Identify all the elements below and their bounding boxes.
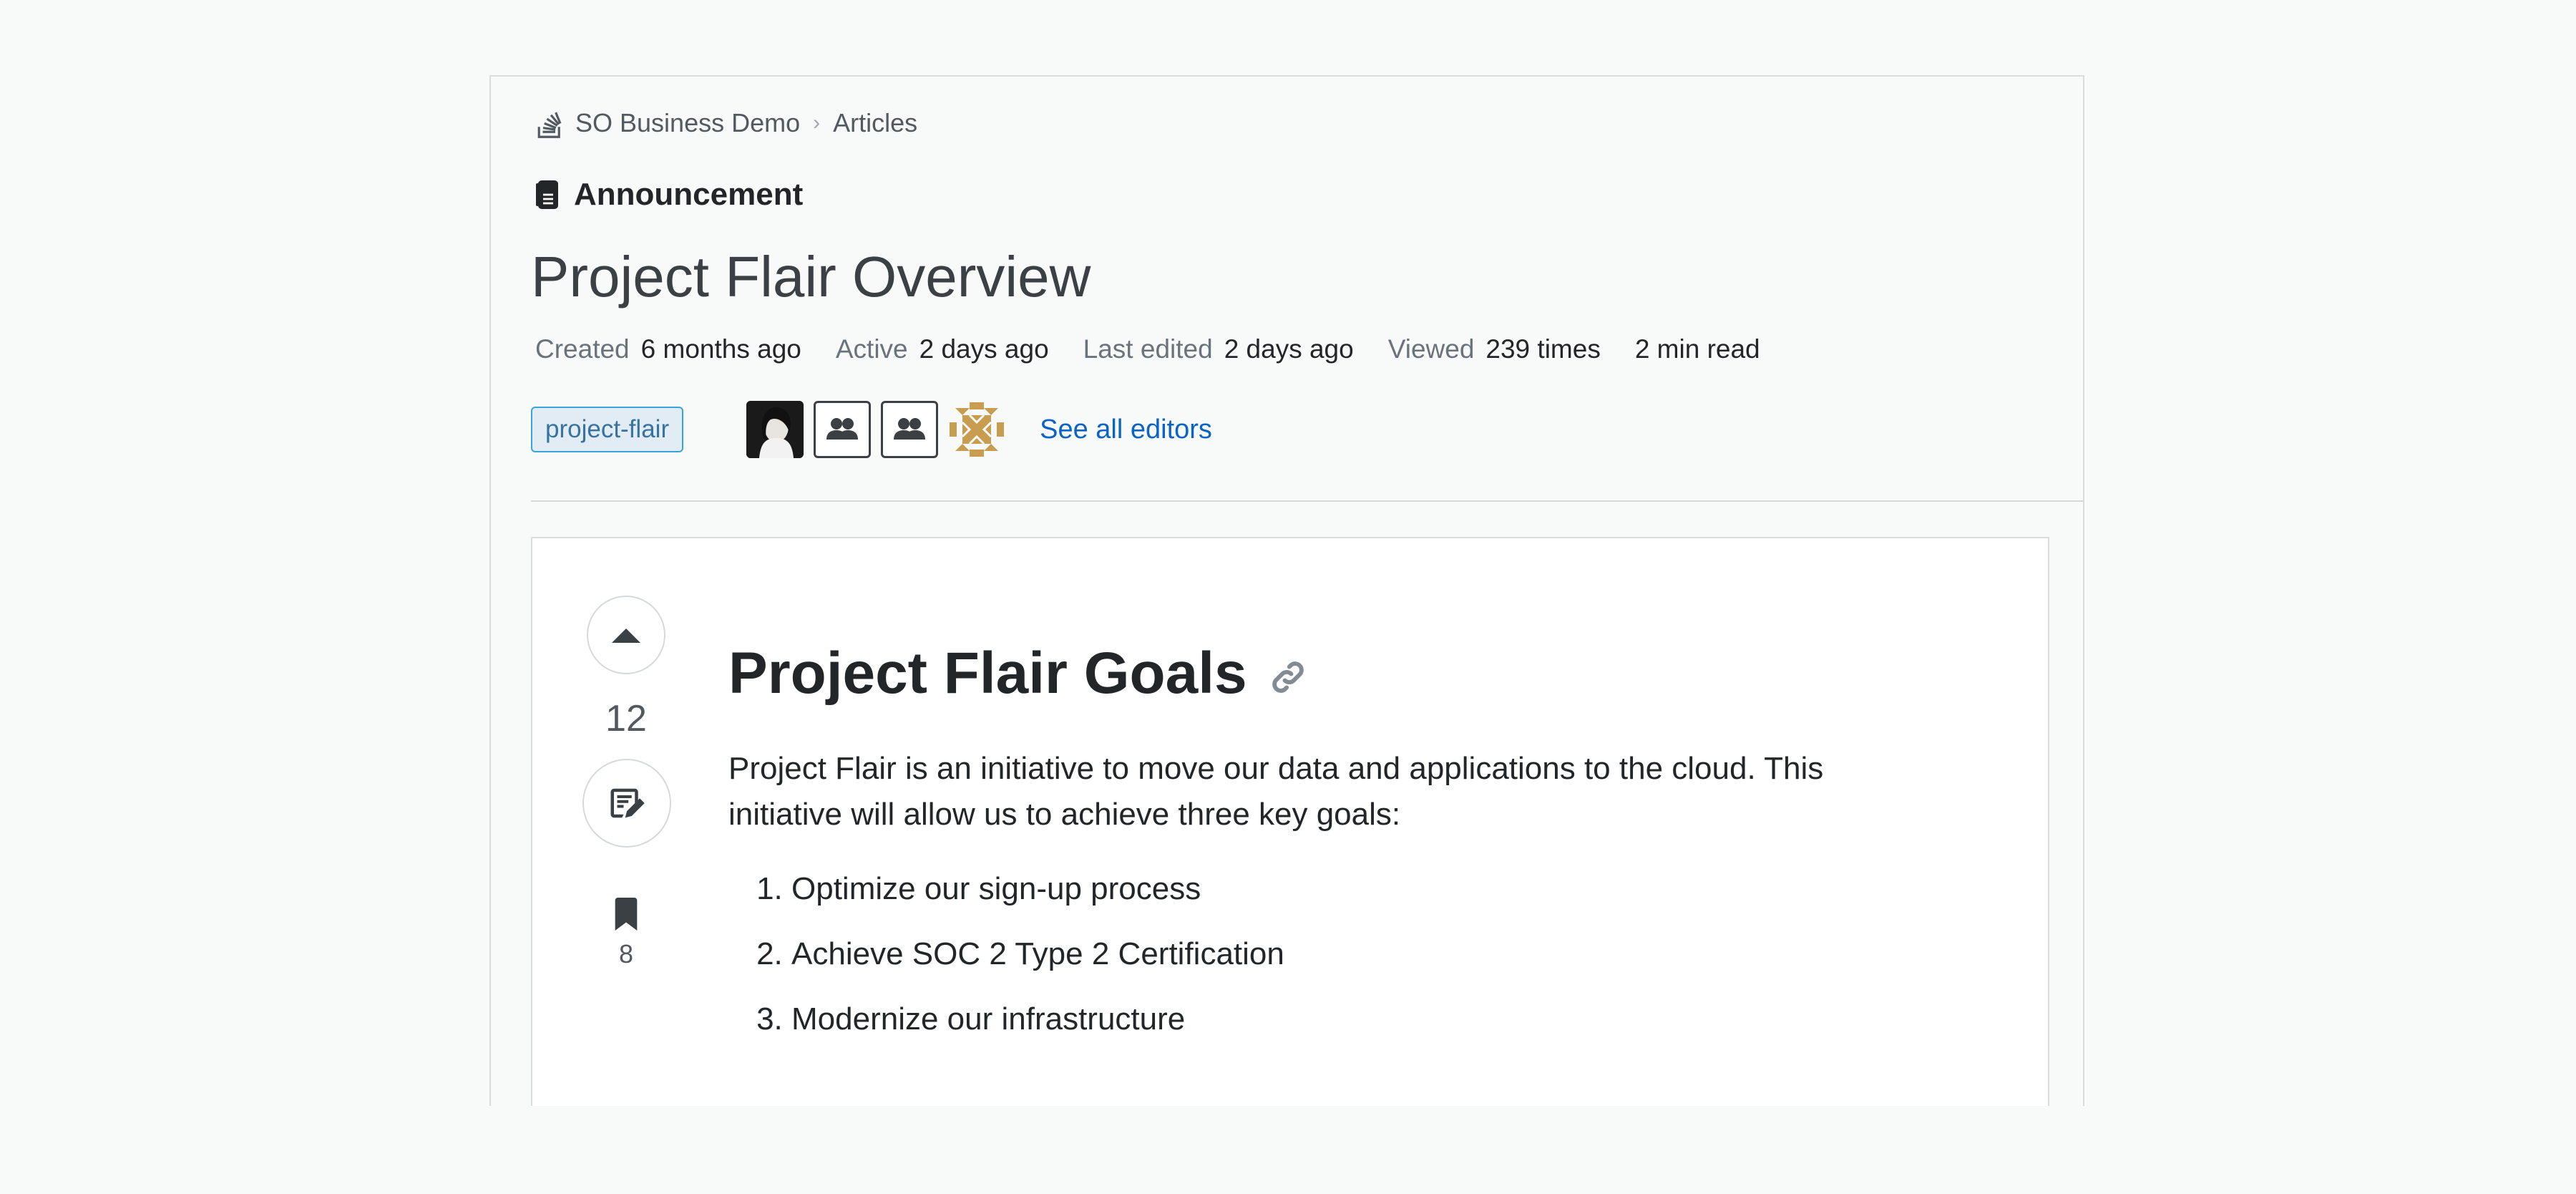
identicon xyxy=(948,401,1006,458)
edit-icon xyxy=(610,788,645,818)
upvote-button[interactable] xyxy=(587,596,665,674)
breadcrumb-articles[interactable]: Articles xyxy=(833,108,917,138)
avatar[interactable] xyxy=(881,401,939,458)
meta-created: Created 6 months ago xyxy=(535,334,801,364)
meta-active-key: Active xyxy=(835,334,908,364)
list-item: Achieve SOC 2 Type 2 Certification xyxy=(791,931,1945,977)
article-card: 12 8 Project Flair Goals Project Flair i… xyxy=(531,537,2049,1106)
section-heading: Project Flair Goals xyxy=(728,639,1945,709)
avatar[interactable] xyxy=(746,401,804,458)
goals-list: Optimize our sign-up process Achieve SOC… xyxy=(728,866,1945,1042)
breadcrumb-site[interactable]: SO Business Demo xyxy=(575,108,800,138)
meta-last-edited: Last edited 2 days ago xyxy=(1083,334,1354,364)
edit-button[interactable] xyxy=(582,759,671,848)
article-meta: Created 6 months ago Active 2 days ago Las… xyxy=(535,334,1795,364)
bookmark-button[interactable] xyxy=(608,896,644,932)
list-item: Modernize our infrastructure xyxy=(791,996,1945,1042)
document-icon xyxy=(536,180,558,209)
divider xyxy=(531,500,2083,502)
section-heading-text: Project Flair Goals xyxy=(728,641,1247,706)
tag-project-flair[interactable]: project-flair xyxy=(531,407,684,452)
read-time: 2 min read xyxy=(1634,334,1760,364)
article-type-label: Announcement xyxy=(574,177,804,212)
meta-viewed-value: 239 times xyxy=(1485,334,1601,364)
meta-active: Active 2 days ago xyxy=(836,334,1049,364)
link-icon[interactable] xyxy=(1269,658,1307,696)
group-icon xyxy=(826,418,859,440)
meta-viewed: Viewed 239 times xyxy=(1388,334,1601,364)
meta-viewed-key: Viewed xyxy=(1387,334,1475,364)
page-title: Project Flair Overview xyxy=(531,245,1091,309)
stackoverflow-icon xyxy=(537,112,562,138)
see-all-editors-link[interactable]: See all editors xyxy=(1040,414,1212,445)
meta-last-edited-key: Last edited xyxy=(1083,334,1213,364)
meta-active-value[interactable]: 2 days ago xyxy=(919,334,1049,364)
meta-last-edited-value[interactable]: 2 days ago xyxy=(1224,334,1354,364)
avatar[interactable] xyxy=(814,401,872,458)
article-frame: SO Business Demo › Articles Announcement… xyxy=(489,75,2084,1106)
intro-paragraph: Project Flair is an initiative to move o… xyxy=(728,751,1824,833)
meta-created-value: 6 months ago xyxy=(640,334,801,364)
breadcrumb: SO Business Demo › Articles xyxy=(535,105,917,141)
meta-created-key: Created xyxy=(535,334,630,364)
article-type: Announcement xyxy=(535,177,803,213)
tags-and-editors: project-flair See all editors xyxy=(531,397,1212,462)
chevron-right-icon: › xyxy=(813,111,821,135)
article-body: Project Flair Goals Project Flair is an … xyxy=(728,639,1945,1062)
bookmark-icon xyxy=(615,898,638,931)
bookmark-count: 8 xyxy=(618,939,634,969)
upvote-icon xyxy=(612,628,640,643)
avatar[interactable] xyxy=(948,401,1006,458)
avatar-photo xyxy=(746,401,804,458)
group-icon xyxy=(894,418,926,440)
list-item: Optimize our sign-up process xyxy=(791,866,1945,912)
vote-count: 12 xyxy=(605,698,647,739)
